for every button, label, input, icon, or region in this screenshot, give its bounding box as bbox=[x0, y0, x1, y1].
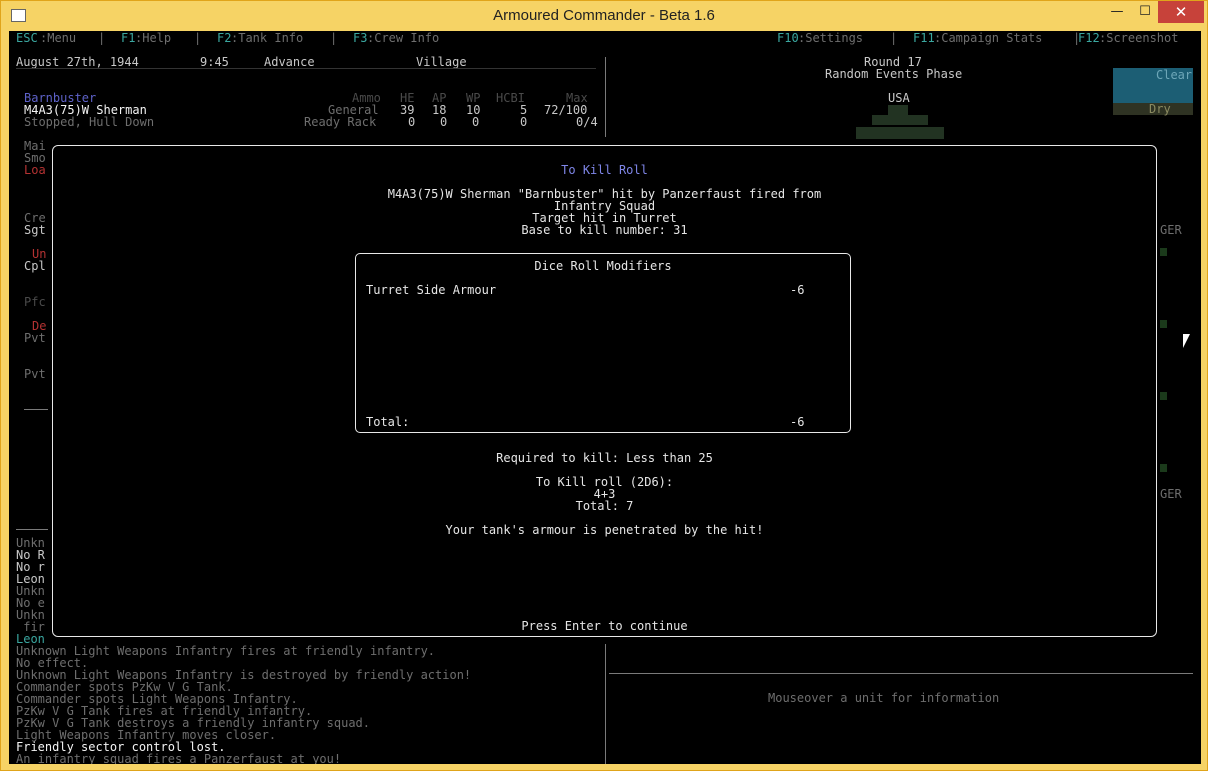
menu-label-f2[interactable]: :Tank Info bbox=[231, 32, 303, 44]
modifiers-title: Dice Roll Modifiers bbox=[534, 259, 672, 273]
dice-roll-modifiers-box: Dice Roll Modifiers Turret Side Armour -… bbox=[355, 253, 851, 433]
weather-sky: Clear bbox=[1156, 68, 1193, 82]
menu-label-f3[interactable]: :Crew Info bbox=[367, 32, 439, 44]
map-unit-marker[interactable] bbox=[1160, 248, 1167, 256]
tank-status-fragment: Loa bbox=[24, 163, 46, 177]
title-bar[interactable]: Armoured Commander - Beta 1.6 — ☐ ✕ bbox=[1, 1, 1207, 31]
menu-key-f10[interactable]: F10 bbox=[777, 32, 799, 44]
menu-label-f11[interactable]: :Campaign Stats bbox=[934, 32, 1042, 44]
crew-fragment: Pfc bbox=[24, 295, 46, 309]
enemy-sector-label: GER bbox=[1160, 223, 1182, 237]
player-tank-icon bbox=[872, 115, 928, 125]
menu-label-f12[interactable]: :Screenshot bbox=[1099, 32, 1178, 44]
map-unit-marker[interactable] bbox=[1160, 392, 1167, 400]
campaign-time: 9:45 bbox=[200, 55, 229, 69]
menu-label-esc[interactable]: :Menu bbox=[40, 32, 76, 44]
mouse-cursor-icon bbox=[1183, 334, 1190, 348]
menu-separator: | bbox=[890, 31, 898, 45]
crew-fragment: Pvt bbox=[24, 367, 46, 381]
mission-type: Advance bbox=[264, 55, 315, 69]
app-window: Armoured Commander - Beta 1.6 — ☐ ✕ ESC … bbox=[0, 0, 1208, 771]
player-tank-icon bbox=[888, 105, 908, 115]
panel-divider bbox=[609, 673, 1193, 674]
menu-key-esc[interactable]: ESC bbox=[16, 32, 38, 44]
enemy-sector-label: GER bbox=[1160, 487, 1182, 501]
ammo-cell: 0 bbox=[440, 115, 448, 129]
panel-divider bbox=[16, 529, 48, 530]
panel-divider bbox=[16, 68, 596, 69]
required-to-kill: Required to kill: Less than 25 bbox=[496, 451, 713, 465]
roll-total: Total: 7 bbox=[575, 499, 634, 513]
roll-result: Your tank's armour is penetrated by the … bbox=[445, 523, 764, 537]
menu-separator: | bbox=[98, 31, 106, 45]
menu-key-f12[interactable]: F12 bbox=[1078, 32, 1100, 44]
ground-condition-bar: Dry bbox=[1113, 103, 1193, 115]
menu-label-f1[interactable]: :Help bbox=[135, 32, 171, 44]
map-unit-marker[interactable] bbox=[1160, 464, 1167, 472]
base-kill-number: Base to kill number: 31 bbox=[521, 223, 688, 237]
campaign-date: August 27th, 1944 bbox=[16, 55, 139, 69]
crew-fragment: Cpl bbox=[24, 259, 46, 273]
window-title: Armoured Commander - Beta 1.6 bbox=[493, 7, 715, 24]
weather-panel: Clear Dry bbox=[1113, 68, 1193, 115]
panel-divider bbox=[605, 57, 606, 137]
modifier-value: -6 bbox=[790, 283, 805, 297]
menu-key-f11[interactable]: F11 bbox=[913, 32, 935, 44]
game-screen[interactable]: ESC :Menu | F1 :Help | F2 :Tank Info | F… bbox=[9, 31, 1201, 764]
minimize-icon[interactable]: — bbox=[1103, 1, 1131, 23]
weather-ground: Dry bbox=[1149, 102, 1171, 116]
menu-key-f3[interactable]: F3 bbox=[353, 32, 367, 44]
to-kill-roll-dialog[interactable]: To Kill Roll M4A3(75)W Sherman "Barnbust… bbox=[52, 145, 1157, 637]
player-tank-icon bbox=[856, 127, 944, 139]
modifiers-total-label: Total: bbox=[366, 415, 410, 429]
continue-prompt[interactable]: Press Enter to continue bbox=[53, 620, 1156, 632]
menu-separator: | bbox=[194, 31, 202, 45]
ammo-cell: 0 bbox=[520, 115, 528, 129]
panel-divider bbox=[24, 409, 48, 410]
map-unit-marker[interactable] bbox=[1160, 320, 1167, 328]
menu-separator: | bbox=[330, 31, 338, 45]
menu-key-f2[interactable]: F2 bbox=[217, 32, 231, 44]
tank-state: Stopped, Hull Down bbox=[24, 115, 155, 129]
nation-label: USA bbox=[888, 91, 910, 105]
menu-label-f10[interactable]: :Settings bbox=[798, 32, 863, 44]
log-line: An infantry squad fires a Panzerfaust at… bbox=[16, 752, 342, 764]
ammo-cell: 0 bbox=[408, 115, 416, 129]
menu-key-f1[interactable]: F1 bbox=[121, 32, 135, 44]
phase-name: Random Events Phase bbox=[825, 67, 963, 81]
ammo-cell: 0/4 bbox=[576, 115, 598, 129]
crew-fragment: Sgt bbox=[24, 223, 46, 237]
ammo-row-label: Ready Rack bbox=[304, 115, 377, 129]
modifiers-total-value: -6 bbox=[790, 415, 805, 429]
maximize-icon[interactable]: ☐ bbox=[1131, 1, 1159, 23]
unit-info-panel: Mouseover a unit for information bbox=[768, 691, 1000, 705]
close-icon[interactable]: ✕ bbox=[1158, 1, 1204, 23]
panel-divider bbox=[605, 644, 606, 764]
ammo-cell: 0 bbox=[472, 115, 480, 129]
crew-fragment: Pvt bbox=[24, 331, 46, 345]
terrain-type: Village bbox=[416, 55, 467, 69]
modifier-label: Turret Side Armour bbox=[366, 283, 497, 297]
dialog-title: To Kill Roll bbox=[561, 163, 648, 177]
